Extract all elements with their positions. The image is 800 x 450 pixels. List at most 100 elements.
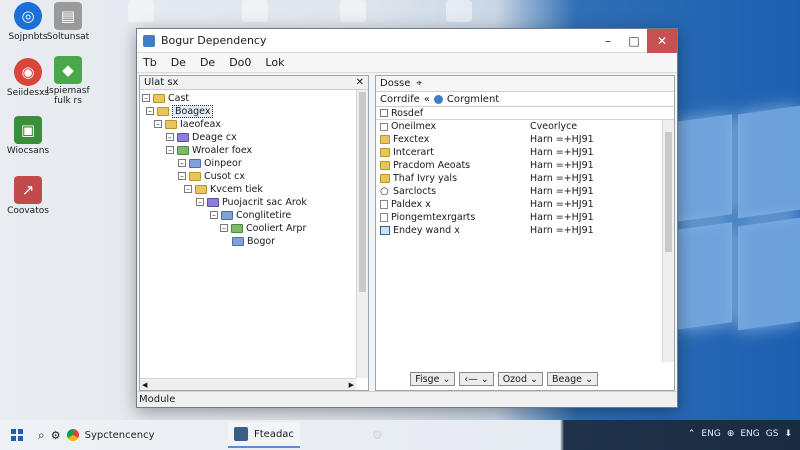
tray-item[interactable]: ENG (701, 429, 720, 439)
detail-vertical-scrollbar[interactable] (662, 120, 674, 362)
collapse-icon[interactable]: – (184, 185, 192, 193)
chevron-down-icon: ⌄ (530, 373, 538, 385)
tree-vertical-scrollbar[interactable] (356, 90, 368, 378)
action-button[interactable]: Beage ⌄ (546, 372, 598, 386)
tree-node[interactable]: – Oinpeor (178, 157, 242, 169)
toolbar-item[interactable]: Lok (265, 56, 284, 69)
app-icon (143, 34, 155, 47)
toolbar-item[interactable]: De (171, 56, 186, 69)
checkbox[interactable] (380, 122, 388, 131)
tree-pane-title: Ulat sx (144, 77, 179, 88)
faded-desktop-icon (242, 0, 268, 22)
folder-icon (221, 210, 233, 220)
photo-icon: ▣ (14, 116, 42, 144)
desktop-icon-label: Soltunsat (46, 32, 90, 42)
tray-item[interactable]: ⬇ (784, 429, 792, 439)
dependency-window[interactable]: Bogur Dependency – □ ✕ Tb De De Do0 Lok … (136, 28, 678, 408)
action-button[interactable]: ‹— ⌄ (459, 372, 494, 386)
tree-node[interactable]: – Iaeofeax (154, 118, 221, 130)
collapse-icon[interactable]: – (166, 146, 174, 154)
list-item[interactable]: Fexctex Harn =+HJ91 (376, 133, 660, 146)
list-item[interactable]: ○ Sarclocts Harn =+HJ91 (376, 185, 660, 198)
list-item[interactable]: Thaf Ivry yals Harn =+HJ91 (376, 172, 660, 185)
taskbar-app-label: Fteadac (254, 428, 294, 440)
tray-chevron-icon[interactable]: ⌃ (688, 429, 696, 439)
folder-icon (153, 93, 165, 103)
module-tree-pane: Ulat sx ✕ – Cast – Boagex – Iaeofeax – Deage… (139, 75, 369, 391)
checkbox[interactable] (380, 109, 388, 117)
tree-node[interactable]: – Kvcem tiek (184, 183, 263, 195)
toolbar-item[interactable]: De (200, 56, 215, 69)
collapse-icon[interactable]: – (210, 211, 218, 219)
scrollbar-thumb[interactable] (665, 132, 672, 252)
tree-node[interactable]: Bogor (232, 235, 275, 247)
folder-icon (189, 171, 201, 181)
item-value: Harn =+HJ91 (530, 186, 594, 197)
tree-node[interactable]: – Cusot cx (178, 170, 245, 182)
folder-icon (157, 106, 169, 116)
close-button[interactable]: ✕ (647, 28, 677, 53)
scroll-right-icon[interactable]: ▶ (349, 381, 354, 389)
list-item[interactable]: Pracdom Aeoats Harn =+HJ91 (376, 159, 660, 172)
path-segment[interactable]: Corgmlent (447, 94, 499, 105)
item-value: Harn =+HJ91 (530, 173, 594, 184)
maximize-button[interactable]: □ (621, 29, 647, 53)
action-button[interactable]: Fisge ⌄ (410, 372, 456, 386)
tree-node-label: Kvcem tiek (210, 183, 263, 195)
tree-node[interactable]: – Cast (142, 92, 189, 104)
item-name: Pracdom Aeoats (393, 160, 471, 171)
list-item[interactable]: Oneilmex Cveorlyce (376, 120, 660, 133)
action-button[interactable]: Ozod ⌄ (497, 372, 543, 386)
tree-node[interactable]: – Deage cx (166, 131, 237, 143)
list-item[interactable]: Intcerart Harn =+HJ91 (376, 146, 660, 159)
taskbar-search-label: Sypctencency (84, 429, 155, 441)
collapse-icon[interactable]: – (196, 198, 204, 206)
path-segment[interactable]: Corrdife (380, 94, 420, 105)
collapse-icon[interactable]: – (220, 224, 228, 232)
tree-horizontal-scrollbar[interactable]: ◀ ▶ (140, 378, 356, 390)
faded-desktop-icon (446, 0, 472, 22)
window-titlebar[interactable]: Bogur Dependency – □ ✕ (137, 28, 677, 53)
tree-node[interactable]: – Conglitetire (210, 209, 291, 221)
list-item[interactable]: Piongemtexrgarts Harn =+HJ91 (376, 211, 660, 224)
folder-icon (165, 119, 177, 129)
desktop-icon[interactable]: ▣ Wiocsans (0, 116, 56, 156)
collapse-icon[interactable]: – (142, 94, 150, 102)
chevron-down-icon: ⌄ (442, 373, 451, 385)
tray-item[interactable]: ⊕ (727, 429, 735, 439)
gear-icon[interactable]: ⚙ (372, 428, 383, 442)
collapse-icon[interactable]: – (166, 133, 174, 141)
tray-item[interactable]: ENG (740, 429, 759, 439)
collapse-icon[interactable]: – (178, 172, 186, 180)
scrollbar-thumb[interactable] (359, 92, 366, 292)
close-icon[interactable]: ✕ (356, 77, 364, 88)
list-item[interactable]: Endey wand x Harn =+HJ91 (376, 224, 660, 237)
folder-icon (177, 132, 189, 142)
tree-node[interactable]: – Boagex (146, 104, 214, 118)
pin-icon[interactable]: ⌖ (416, 78, 422, 89)
item-value: Harn =+HJ91 (530, 147, 594, 158)
detail-pane-title: Dosse (380, 78, 411, 89)
list-item[interactable]: Paldex x Harn =+HJ91 (376, 198, 660, 211)
toolbar-item[interactable]: Tb (143, 56, 157, 69)
tree-node-label: Cusot cx (204, 170, 246, 182)
tree-node[interactable]: – Puojacrit sac Arok (196, 196, 307, 208)
minimize-button[interactable]: – (595, 29, 621, 53)
tree-node-label: Wroaler foex (192, 144, 253, 156)
start-button[interactable] (6, 424, 28, 446)
collapse-icon[interactable]: – (154, 120, 162, 128)
desktop-icon[interactable]: ↗ Coovatos (0, 176, 56, 216)
scroll-left-icon[interactable]: ◀ (142, 381, 147, 389)
taskbar-app[interactable]: Fteadac (228, 422, 300, 448)
collapse-icon[interactable]: – (178, 159, 186, 167)
desktop-icon[interactable]: ▤ Soltunsat (40, 2, 96, 42)
toolbar-item[interactable]: Do0 (229, 56, 251, 69)
collapse-icon[interactable]: – (146, 107, 154, 115)
desktop-icon[interactable]: ◆ Ispiemasf fulk rs (40, 56, 96, 106)
taskbar-search[interactable]: ⌕ ⚙ Sypctencency (38, 428, 155, 443)
tree-node[interactable]: – Wroaler foex (166, 144, 252, 156)
tree-node-label: Iaeofeax (180, 118, 221, 130)
path-bar[interactable]: Corrdife « Corgmlent (376, 92, 674, 107)
tray-item[interactable]: GS (766, 429, 779, 439)
tree-node[interactable]: – Cooliert Arpr (220, 222, 306, 234)
